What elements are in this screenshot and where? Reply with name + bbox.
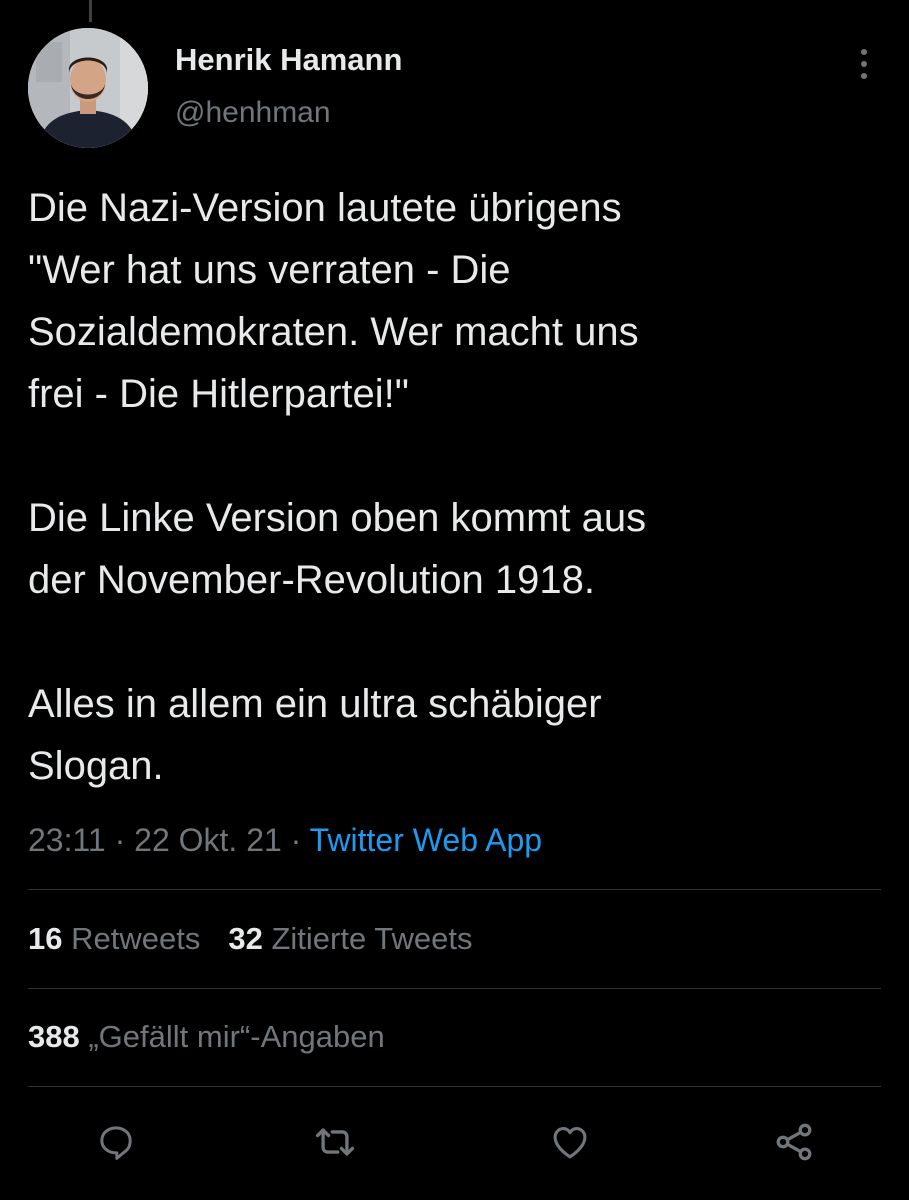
separator-dot: ·	[290, 822, 302, 858]
author-handle[interactable]: @henhman	[175, 96, 331, 130]
avatar-photo	[28, 28, 148, 148]
share-button[interactable]	[772, 1120, 816, 1164]
share-icon	[776, 1123, 812, 1161]
likes-stat-link[interactable]: 388 „Gefällt mir“-Angaben	[28, 1019, 385, 1054]
divider	[28, 988, 881, 989]
tweet-paragraph: Die Nazi-Version lautete übrigens "Wer h…	[28, 186, 639, 416]
likes-label: „Gefällt mir“-Angaben	[88, 1019, 385, 1054]
more-options-button[interactable]	[844, 44, 884, 84]
heart-icon	[553, 1126, 587, 1159]
quote-tweets-stat-link[interactable]: 32 Zitierte Tweets	[228, 921, 472, 956]
divider	[28, 1086, 881, 1087]
tweet-paragraph: Die Linke Version oben kommt aus der Nov…	[28, 496, 647, 602]
avatar[interactable]	[28, 28, 148, 148]
retweets-count: 16	[28, 921, 63, 956]
reply-button[interactable]	[94, 1120, 138, 1164]
tweet-text: Die Nazi-Version lautete übrigens "Wer h…	[28, 177, 888, 797]
quote-tweets-label: Zitierte Tweets	[271, 921, 473, 956]
likes-count: 388	[28, 1019, 80, 1054]
author-name[interactable]: Henrik Hamann	[175, 42, 402, 78]
engagement-stats-row: 16 Retweets 32 Zitierte Tweets	[28, 918, 472, 960]
tweet-time[interactable]: 23:11	[28, 822, 106, 858]
tweet-paragraph: Alles in allem ein ultra schäbiger Sloga…	[28, 682, 602, 788]
retweet-button[interactable]	[313, 1120, 357, 1164]
tweet-source-link[interactable]: Twitter Web App	[310, 822, 542, 858]
quote-tweets-count: 32	[228, 921, 263, 956]
like-button[interactable]	[548, 1120, 592, 1164]
likes-stats-row: 388 „Gefällt mir“-Angaben	[28, 1016, 385, 1058]
retweet-icon	[315, 1128, 355, 1156]
more-vertical-icon	[861, 49, 867, 79]
tweet-date[interactable]: 22 Okt. 21	[134, 822, 282, 858]
retweets-label: Retweets	[71, 921, 201, 956]
retweets-stat-link[interactable]: 16 Retweets	[28, 921, 200, 956]
tweet-metadata: 23:11 · 22 Okt. 21 · Twitter Web App	[28, 818, 542, 862]
separator-dot: ·	[114, 822, 126, 858]
thread-connector-line	[89, 0, 92, 22]
reply-icon	[100, 1126, 132, 1160]
divider	[28, 889, 881, 890]
